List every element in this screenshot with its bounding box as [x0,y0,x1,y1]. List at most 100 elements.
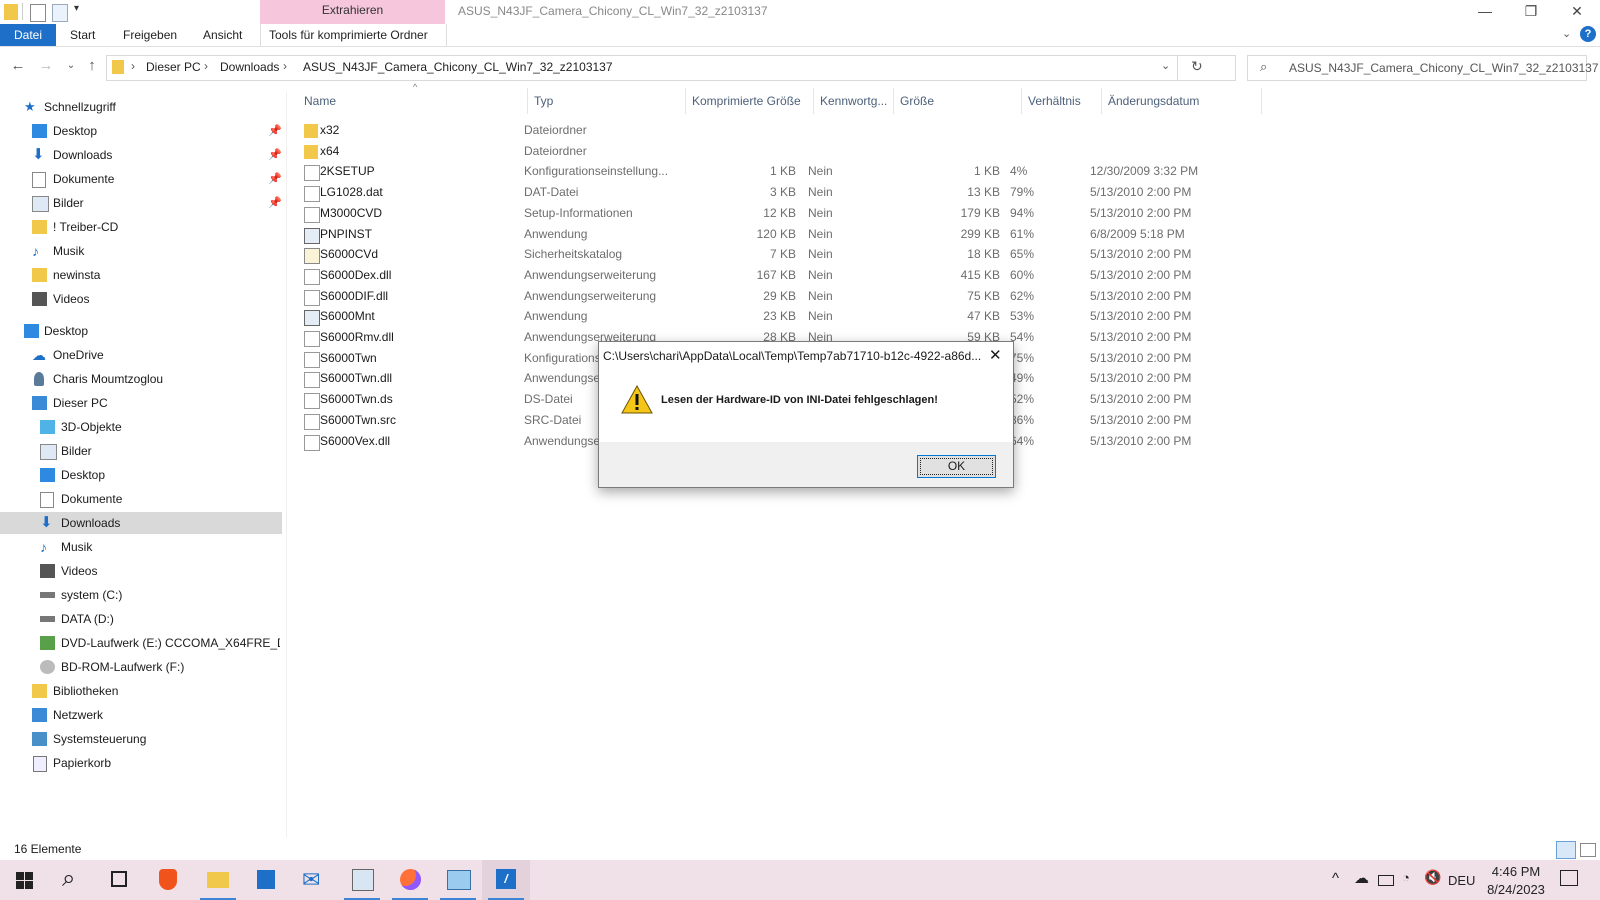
tab-datei[interactable]: Datei [0,24,56,46]
tab-freigeben[interactable]: Freigeben [115,24,185,46]
nav-pc-drive-c[interactable]: system (C:) [40,584,280,606]
nav-pc-bilder[interactable]: Bilder [40,440,280,462]
large-icons-view-icon[interactable] [1580,843,1596,857]
nav-quick-downloads[interactable]: ⬇ Downloads 📌 [32,144,282,166]
nav-pc-desktop[interactable]: Desktop [40,464,280,486]
nav-quick-dokumente[interactable]: Dokumente 📌 [32,168,282,190]
file-name[interactable]: S6000Rmv.dll [320,327,520,348]
forward-button[interactable]: → [36,56,56,76]
nav-pc-dokumente[interactable]: Dokumente [40,488,280,510]
file-name[interactable]: S6000CVd [320,244,520,265]
file-row[interactable]: 2KSETUP Konfigurationseinstellung... 1 KB N… [298,161,1268,182]
clock-time[interactable]: 4:46 PM [1490,864,1542,879]
pin-icon[interactable]: 📌 [268,120,282,142]
nav-bibliotheken[interactable]: Bibliotheken [32,680,282,702]
store-taskbar-button[interactable] [242,860,290,900]
file-name[interactable]: S6000Mnt [320,306,520,327]
nav-pc-musik[interactable]: ♪ Musik [40,536,280,558]
file-name[interactable]: M3000CVD [320,203,520,224]
explorer-taskbar-button[interactable] [194,860,242,900]
address-bar[interactable]: › Dieser PC › Downloads › ASUS_N43JF_Cam… [106,55,1236,81]
file-name[interactable]: S6000Dex.dll [320,265,520,286]
file-row[interactable]: LG1028.dat DAT-Datei 3 KB Nein 13 KB 79% 5/13/… [298,182,1268,203]
file-row[interactable]: x32 Dateiordner [298,120,1268,141]
pin-icon[interactable]: 📌 [268,144,282,166]
app-taskbar-button-active[interactable]: / [482,860,530,900]
nav-pc-drive-e[interactable]: DVD-Laufwerk (E:) CCCOMA_X64FRE_DE-D [40,632,280,654]
file-name[interactable]: S6000Twn.dll [320,368,520,389]
file-name[interactable]: PNPINST [320,224,520,245]
column-header-kennwortgeschuetzt[interactable]: Kennwortg... [814,88,894,114]
brave-taskbar-button[interactable] [144,860,192,900]
nav-dieser-pc[interactable]: Dieser PC [32,392,282,414]
new-folder-icon[interactable] [52,4,68,22]
minimize-button[interactable]: — [1462,0,1508,24]
column-header-verhaeltnis[interactable]: Verhältnis [1022,88,1102,114]
address-dropdown-icon[interactable]: ⌄ [1161,59,1170,72]
mail-taskbar-button[interactable]: ✉ [290,860,338,900]
details-view-icon[interactable] [1556,841,1576,859]
installer-taskbar-button[interactable] [338,860,386,900]
qat-dropdown-icon[interactable]: ▾ [74,3,79,14]
pin-icon[interactable]: 📌 [268,192,282,214]
column-header-groesse[interactable]: Größe [894,88,1022,114]
nav-papierkorb[interactable]: Papierkorb [32,752,282,774]
file-name[interactable]: S6000DIF.dll [320,286,520,307]
nav-quick-access[interactable]: ★ Schnellzugriff [24,96,274,118]
nav-pc-downloads-selected[interactable]: ⬇ Downloads [0,512,282,534]
pin-icon[interactable]: 📌 [268,168,282,190]
nav-onedrive[interactable]: ☁ OneDrive [32,344,282,366]
nav-pc-drive-d[interactable]: DATA (D:) [40,608,280,630]
maximize-button[interactable]: ❐ [1508,0,1554,24]
recent-locations-icon[interactable]: ⌄ [61,56,81,76]
file-name[interactable]: 2KSETUP [320,161,520,182]
file-row[interactable]: PNPINST Anwendung 120 KB Nein 299 KB 61% 6/8/2… [298,224,1268,245]
nav-quick-bilder[interactable]: Bilder 📌 [32,192,282,214]
file-name[interactable]: x32 [320,120,520,141]
column-header-komprimierte-groesse[interactable]: Komprimierte Größe [686,88,814,114]
folder-icon[interactable] [4,4,18,20]
start-button[interactable] [0,860,48,900]
file-name[interactable]: x64 [320,141,520,162]
help-icon[interactable]: ? [1580,26,1596,42]
file-row[interactable]: x64 Dateiordner [298,141,1268,162]
nav-quick-desktop[interactable]: Desktop 📌 [32,120,282,142]
nav-quick-videos[interactable]: Videos [32,288,282,310]
firefox-taskbar-button[interactable] [386,860,434,900]
dialog-close-button[interactable]: ✕ [989,346,1002,364]
nav-quick-treiber-cd[interactable]: ! Treiber-CD [32,216,282,238]
breadcrumb-downloads[interactable]: Downloads [220,60,279,74]
search-box[interactable]: ⌕ ASUS_N43JF_Camera_Chicony_CL_Win7_32_z… [1247,55,1600,81]
file-row[interactable]: S6000DIF.dll Anwendungserweiterung 29 KB Ne… [298,286,1268,307]
back-button[interactable]: ← [8,56,28,76]
properties-icon[interactable] [30,4,46,22]
nav-systemsteuerung[interactable]: Systemsteuerung [32,728,282,750]
nav-netzwerk[interactable]: Netzwerk [32,704,282,726]
nav-pc-drive-f[interactable]: BD-ROM-Laufwerk (F:) [40,656,280,678]
file-row[interactable]: S6000Dex.dll Anwendungserweiterung 167 KB N… [298,265,1268,286]
onedrive-tray-icon[interactable]: ☁ [1354,869,1369,887]
tab-ansicht[interactable]: Ansicht [195,24,250,46]
language-indicator[interactable]: DEU [1448,873,1475,888]
notification-center-icon[interactable] [1560,870,1578,886]
nav-user[interactable]: Charis Moumtzoglou [32,368,282,390]
file-row[interactable]: M3000CVD Setup-Informationen 12 KB Nein 179 … [298,203,1268,224]
close-button[interactable]: ✕ [1554,0,1600,24]
volume-muted-icon[interactable]: 🔇 [1424,869,1441,886]
file-row[interactable]: S6000CVd Sicherheitskatalog 7 KB Nein 18 KB 6… [298,244,1268,265]
task-view-button[interactable] [96,860,144,900]
breadcrumb-current-folder[interactable]: ASUS_N43JF_Camera_Chicony_CL_Win7_32_z21… [303,60,613,74]
ok-button[interactable]: OK [917,455,996,478]
show-hidden-icons-icon[interactable]: ^ [1332,870,1339,887]
clock-date[interactable]: 8/24/2023 [1486,882,1546,897]
wifi-icon[interactable]: ◔ [1402,870,1410,885]
tab-tools-komprimierte-ordner[interactable]: Tools für komprimierte Ordner [260,24,447,46]
search-input[interactable]: ASUS_N43JF_Camera_Chicony_CL_Win7_32_z21… [1289,61,1600,75]
column-header-aenderungsdatum[interactable]: Änderungsdatum [1102,88,1262,114]
control-panel-taskbar-button[interactable] [434,860,482,900]
battery-icon[interactable] [1378,875,1394,886]
up-button[interactable]: ↑ [82,56,102,76]
nav-quick-newinsta[interactable]: newinsta [32,264,282,286]
tab-start[interactable]: Start [62,24,103,46]
column-header-name[interactable]: Name [298,88,528,114]
